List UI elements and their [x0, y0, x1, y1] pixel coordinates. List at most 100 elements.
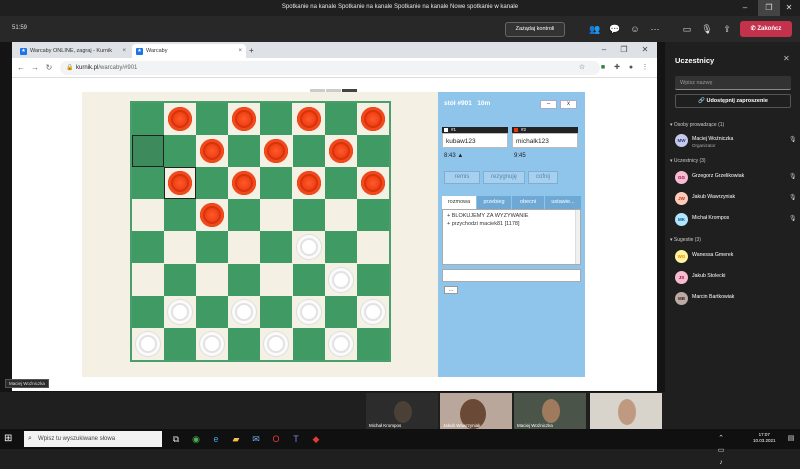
board-square[interactable]	[228, 103, 261, 135]
taskbar-clock[interactable]: 17:07 10.03.2021	[753, 432, 776, 444]
tab-close-icon[interactable]: ×	[238, 44, 242, 58]
board-square[interactable]	[132, 231, 164, 264]
opera-icon[interactable]: O	[270, 433, 282, 445]
board-square[interactable]	[356, 167, 389, 200]
back-icon[interactable]: ←	[16, 62, 26, 74]
tab-chat[interactable]: rozmowa	[442, 196, 476, 209]
board-square[interactable]	[260, 231, 293, 264]
board-square[interactable]	[228, 295, 261, 328]
app-icon[interactable]: ◆	[310, 433, 322, 445]
board-square[interactable]	[132, 199, 164, 232]
board-square[interactable]	[164, 167, 197, 200]
board-square[interactable]	[196, 231, 229, 264]
close-window-icon[interactable]: ✕	[778, 0, 800, 16]
board-square[interactable]	[292, 199, 325, 232]
board-square[interactable]	[196, 327, 229, 360]
board-square[interactable]	[324, 263, 357, 296]
bookmark-star-icon[interactable]: ☆	[577, 63, 587, 73]
browser-minimize-icon[interactable]: –	[599, 44, 609, 56]
resign-button[interactable]: rezygnuję	[483, 171, 525, 184]
board-square[interactable]	[260, 327, 293, 360]
board-square[interactable]	[324, 167, 357, 200]
white-piece[interactable]	[200, 331, 225, 356]
red-piece[interactable]	[232, 107, 257, 131]
browser-menu-icon[interactable]: ⋮	[640, 63, 650, 73]
white-piece[interactable]	[296, 235, 321, 260]
reactions-icon[interactable]: ☺	[628, 23, 642, 35]
board-square[interactable]	[196, 263, 229, 296]
white-piece[interactable]	[328, 267, 353, 292]
chat-input[interactable]	[442, 269, 581, 282]
participant-row[interactable]: JW Jakub Wawrzyniak 🎙	[675, 192, 797, 208]
panel-close-button[interactable]: x	[560, 100, 577, 109]
board-square[interactable]	[164, 231, 197, 264]
red-piece[interactable]	[328, 139, 353, 164]
close-pane-icon[interactable]: ✕	[783, 54, 790, 63]
board-square[interactable]	[196, 135, 229, 168]
board-square[interactable]	[356, 199, 389, 232]
board-square[interactable]	[260, 295, 293, 328]
white-piece[interactable]	[360, 299, 385, 324]
white-piece[interactable]	[264, 331, 289, 356]
board-square[interactable]	[132, 103, 164, 135]
file-explorer-icon[interactable]: ▰	[230, 433, 242, 445]
browser-tab-kurnik[interactable]: ★ Warcaby ONLINE, zagraj - Kurnik ×	[16, 44, 130, 58]
participant-row[interactable]: JS Jakub Stolecki	[675, 271, 797, 287]
board-square[interactable]	[132, 327, 164, 360]
board-square[interactable]	[356, 263, 389, 296]
browser-close-icon[interactable]: ✕	[640, 44, 650, 56]
board-square[interactable]	[228, 199, 261, 232]
board-square[interactable]	[292, 231, 325, 264]
board-square[interactable]	[228, 167, 261, 200]
extensions-puzzle-icon[interactable]: ✚	[612, 63, 622, 73]
board-square[interactable]	[292, 167, 325, 200]
red-piece[interactable]	[200, 139, 225, 164]
extension-icon[interactable]: ■	[598, 63, 608, 73]
red-piece[interactable]	[296, 171, 321, 196]
white-piece[interactable]	[296, 299, 321, 324]
board-square[interactable]	[228, 231, 261, 264]
mail-icon[interactable]: ✉	[250, 433, 262, 445]
section-presenters[interactable]: ▾ Osoby prowadzące (1)	[670, 122, 724, 128]
video-tile[interactable]	[590, 393, 662, 429]
board-square[interactable]	[196, 199, 229, 232]
chat-icon[interactable]: 💬	[608, 23, 622, 35]
restore-window-icon[interactable]: ❐	[758, 0, 780, 16]
take-control-button[interactable]: Zażądaj kontroli	[505, 22, 565, 37]
board-square[interactable]	[324, 327, 357, 360]
chat-scrollbar[interactable]	[575, 210, 580, 264]
board-square[interactable]	[164, 263, 197, 296]
board-square[interactable]	[292, 263, 325, 296]
video-tile[interactable]: Maciej Woźniczka	[514, 393, 586, 429]
board-square[interactable]	[324, 135, 357, 168]
board-square[interactable]	[260, 135, 293, 168]
participant-row[interactable]: MB Marcin Bartkowiak	[675, 292, 797, 308]
white-piece[interactable]	[136, 331, 160, 356]
board-square[interactable]	[260, 263, 293, 296]
board-square[interactable]	[260, 199, 293, 232]
board-square[interactable]	[292, 295, 325, 328]
board-square[interactable]	[196, 295, 229, 328]
player-2-name[interactable]: michalk123	[512, 133, 578, 148]
browser-tab-warcaby[interactable]: ★ Warcaby ×	[132, 44, 246, 58]
section-attendees[interactable]: ▾ Uczestnicy (3)	[670, 158, 706, 164]
red-piece[interactable]	[168, 107, 193, 131]
windows-start-icon[interactable]: ⊞	[4, 433, 12, 444]
video-tile[interactable]: Jakub Wawrzyniak	[440, 393, 512, 429]
participants-icon[interactable]: 👥	[588, 23, 602, 35]
participant-row[interactable]: MW Maciej Woźniczka Organizator 🎙	[675, 134, 797, 150]
new-tab-button[interactable]: +	[246, 44, 260, 58]
board-square[interactable]	[292, 327, 325, 360]
participant-row[interactable]: WG Wanessa Gmerek	[675, 250, 797, 266]
board-square[interactable]	[292, 103, 325, 135]
white-piece[interactable]	[168, 299, 193, 324]
board-square[interactable]	[324, 295, 357, 328]
tab-present[interactable]: obecni	[512, 196, 544, 209]
white-piece[interactable]	[328, 331, 353, 356]
board-square[interactable]	[164, 327, 197, 360]
participant-row[interactable]: MK Michał Krompos 🎙	[675, 213, 797, 229]
board-square[interactable]	[356, 135, 389, 168]
section-suggested[interactable]: ▾ Sugestie (3)	[670, 237, 701, 243]
checkers-board[interactable]	[130, 101, 391, 362]
board-square[interactable]	[228, 135, 261, 168]
